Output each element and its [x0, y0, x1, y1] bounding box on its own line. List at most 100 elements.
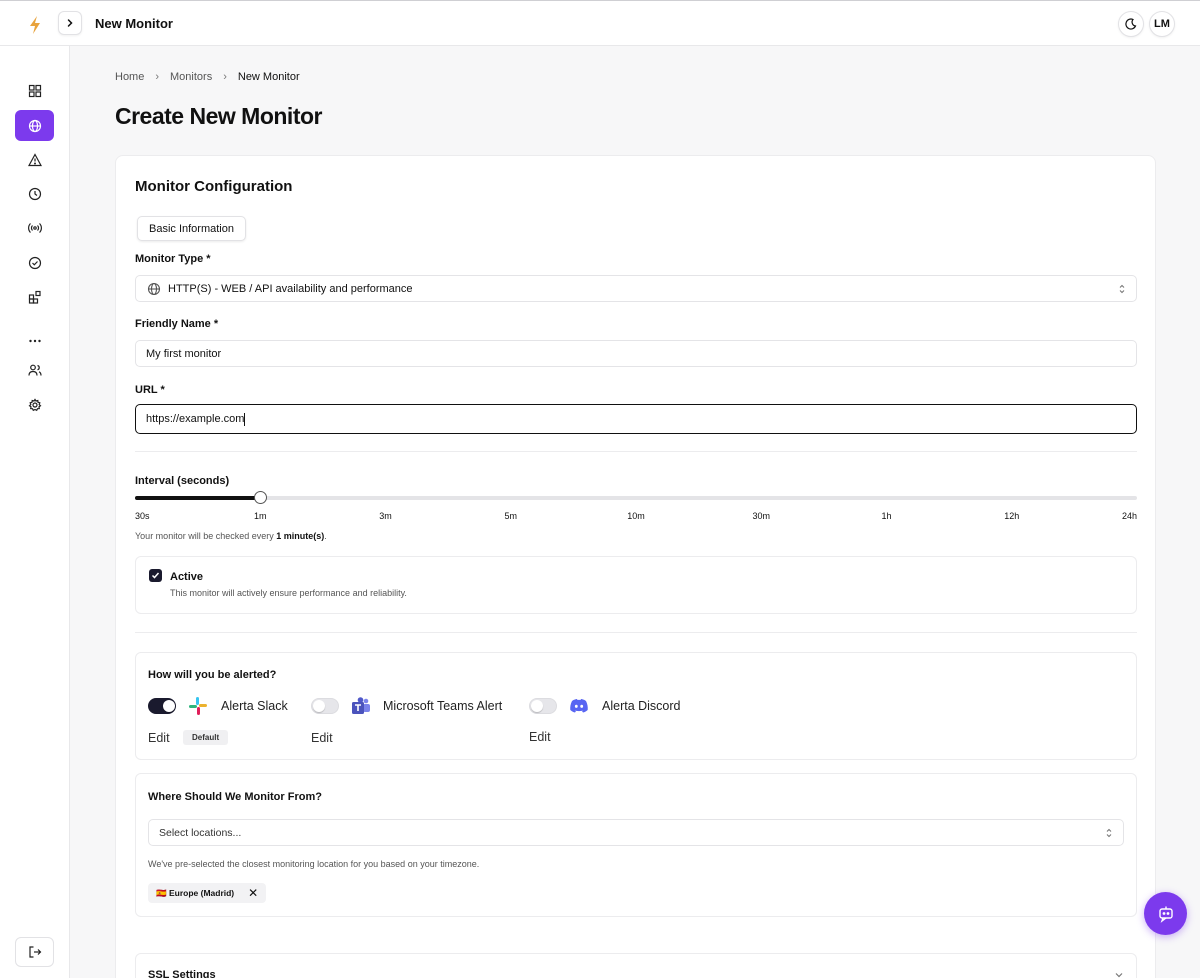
active-checkbox[interactable] — [149, 569, 162, 582]
sidebar-item-more[interactable] — [15, 325, 54, 356]
interval-slider[interactable] — [135, 491, 1137, 504]
breadcrumb-current: New Monitor — [237, 71, 300, 83]
discord-toggle[interactable] — [529, 698, 557, 714]
toggle-knob — [313, 700, 325, 712]
sidebar-item-settings[interactable] — [15, 389, 54, 420]
default-badge: Default — [183, 730, 229, 745]
sidebar-item-team[interactable] — [15, 354, 54, 385]
tab-basic-information[interactable]: Basic Information — [137, 216, 246, 241]
breadcrumb-home[interactable]: Home — [115, 71, 144, 83]
location-chip: 🇪🇸 Europe (Madrid) ✕ — [148, 883, 267, 903]
location-chip-label: 🇪🇸 Europe (Madrid) — [156, 888, 234, 899]
url-field[interactable]: https://example.com — [135, 404, 1137, 434]
interval-tick-label: 1m — [253, 511, 267, 521]
interval-hint-suffix: . — [324, 531, 327, 541]
interval-hint: Your monitor will be checked every 1 min… — [135, 531, 327, 541]
clock-icon — [28, 187, 41, 200]
globe-icon — [28, 119, 41, 132]
location-chip-text: Europe (Madrid) — [168, 887, 235, 898]
url-label: URL * — [135, 384, 165, 396]
spain-flag-icon: 🇪🇸 — [156, 887, 167, 898]
teams-edit-link[interactable]: Edit — [311, 731, 333, 745]
gear-icon — [28, 397, 41, 411]
sidebar-item-broadcast[interactable] — [15, 212, 54, 243]
topbar-title: New Monitor — [95, 16, 173, 31]
grid-icon — [28, 84, 41, 97]
friendly-name-value: My first monitor — [146, 347, 222, 360]
locations-box: Where Should We Monitor From? Select loc… — [135, 773, 1137, 917]
sidebar-toggle-button[interactable] — [58, 11, 82, 35]
interval-tick-label: 24h — [1121, 511, 1137, 521]
chevron-updown-icon — [1119, 284, 1125, 294]
sidebar-item-monitors[interactable] — [15, 110, 54, 141]
card-title: Monitor Configuration — [135, 178, 293, 195]
locations-hint: We've pre-selected the closest monitorin… — [148, 859, 480, 869]
ssl-settings-title: SSL Settings — [148, 969, 216, 978]
interval-hint-value: 1 minute(s) — [276, 531, 325, 541]
teams-channel-name: Microsoft Teams Alert — [383, 699, 503, 713]
more-icon — [28, 339, 41, 342]
moon-icon — [1125, 18, 1137, 30]
toggle-knob — [531, 700, 543, 712]
slack-toggle[interactable] — [148, 698, 176, 714]
logo-icon[interactable] — [27, 15, 43, 35]
text-cursor — [244, 412, 246, 426]
interval-slider-thumb[interactable] — [254, 491, 268, 504]
interval-tick-label: 3m — [379, 511, 392, 521]
discord-edit-link[interactable]: Edit — [529, 730, 551, 744]
interval-tick-label: 30s — [135, 511, 150, 521]
interval-tick-label: 5m — [504, 511, 518, 521]
friendly-name-field[interactable]: My first monitor — [135, 340, 1137, 367]
sidebar-item-history[interactable] — [15, 178, 54, 209]
teams-icon — [352, 697, 370, 714]
logout-button[interactable] — [15, 937, 54, 967]
active-description: This monitor will actively ensure perfor… — [170, 588, 407, 598]
divider — [135, 632, 1137, 633]
theme-toggle-button[interactable] — [1118, 11, 1144, 37]
close-icon[interactable]: ✕ — [248, 886, 258, 900]
discord-channel-name: Alerta Discord — [602, 699, 681, 713]
sidebar-item-integrations[interactable] — [15, 281, 54, 312]
locations-placeholder: Select locations... — [159, 826, 242, 839]
interval-hint-prefix: Your monitor will be checked every — [135, 531, 277, 541]
toggle-knob — [163, 700, 175, 712]
sidebar-item-checks[interactable] — [15, 247, 54, 278]
ssl-settings-box[interactable]: SSL Settings — [135, 953, 1137, 978]
breadcrumb: Home › Monitors › New Monitor — [115, 71, 300, 83]
chevron-right-icon — [67, 19, 73, 27]
sidebar-item-dashboard[interactable] — [15, 75, 54, 106]
broadcast-icon — [27, 222, 42, 233]
slack-edit-link[interactable]: Edit — [148, 731, 170, 745]
chevron-right-icon: › — [223, 71, 227, 83]
user-avatar[interactable]: LM — [1149, 11, 1175, 37]
interval-tick-label: 12h — [1004, 511, 1020, 521]
interval-tick-labels: 30s 1m 3m 5m 10m 30m 1h 12h 24h — [135, 511, 1137, 523]
blocks-icon — [28, 290, 41, 304]
active-label: Active — [170, 571, 204, 583]
chevron-right-icon: › — [155, 71, 160, 83]
slack-icon — [189, 697, 207, 715]
interval-tick-label: 30m — [752, 511, 771, 521]
chevron-down-icon — [1115, 973, 1123, 978]
divider — [135, 451, 1137, 452]
top-bar: New Monitor LM — [0, 0, 1200, 46]
monitor-config-card: Monitor Configuration Basic Information … — [115, 155, 1156, 978]
monitor-type-select[interactable]: HTTP(S) - WEB / API availability and per… — [135, 275, 1137, 302]
logout-icon — [28, 946, 41, 958]
locations-select[interactable]: Select locations... — [148, 819, 1124, 846]
check-icon — [151, 572, 160, 579]
monitor-type-value: HTTP(S) - WEB / API availability and per… — [168, 282, 413, 295]
sidebar-item-incidents[interactable] — [15, 144, 54, 175]
alerts-box: How will you be alerted? Alerta Slack Ed… — [135, 652, 1137, 760]
active-box: Active This monitor will actively ensure… — [135, 556, 1137, 614]
breadcrumb-monitors[interactable]: Monitors — [170, 71, 212, 83]
monitor-type-label: Monitor Type * — [135, 253, 211, 265]
globe-icon — [147, 282, 161, 295]
interval-label: Interval (seconds) — [135, 475, 230, 487]
chat-support-button[interactable] — [1144, 892, 1187, 935]
check-circle-icon — [28, 256, 41, 269]
discord-icon — [570, 699, 588, 713]
users-icon — [27, 364, 42, 376]
slack-channel-name: Alerta Slack — [221, 699, 288, 713]
teams-toggle[interactable] — [311, 698, 339, 714]
